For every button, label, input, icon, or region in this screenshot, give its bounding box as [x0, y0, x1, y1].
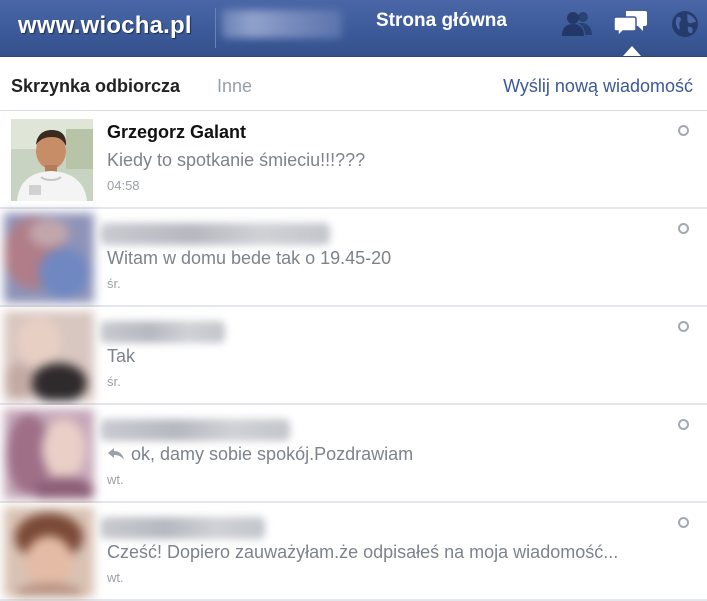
message-preview: ok, damy sobie spokój.Pozdrawiam — [107, 444, 677, 465]
message-time: wt. — [107, 472, 124, 487]
watermark-logo: www.wiocha.pl — [18, 12, 192, 39]
home-link[interactable]: Strona główna — [376, 10, 507, 32]
messages-icon[interactable] — [614, 8, 648, 40]
avatar[interactable] — [11, 119, 93, 201]
message-preview: Witam w domu bede tak o 19.45-20 — [107, 248, 392, 268]
mark-read-toggle[interactable] — [678, 223, 689, 234]
message-tabs: Skrzynka odbiorcza Inne Wyślij nową wiad… — [0, 57, 707, 111]
list-item[interactable]: Grzegorz Galant Kiedy to spotkanie śmiec… — [0, 111, 707, 209]
avatar[interactable] — [4, 213, 94, 303]
replied-icon — [108, 448, 124, 460]
send-new-message-link[interactable]: Wyślij nową wiadomość — [503, 76, 693, 97]
sender-name: Grzegorz Galant — [107, 122, 247, 142]
mark-read-toggle[interactable] — [678, 419, 689, 430]
list-item[interactable]: Cześć! Dopiero zauważyłam.że odpisałeś n… — [0, 503, 707, 601]
avatar[interactable] — [4, 507, 94, 597]
message-preview-text: ok, damy sobie spokój.Pozdrawiam — [131, 444, 414, 464]
message-preview: Cześć! Dopiero zauważyłam.że odpisałeś n… — [107, 542, 619, 562]
list-item[interactable]: ok, damy sobie spokój.Pozdrawiam wt. — [0, 405, 707, 503]
top-navigation-bar: www.wiocha.pl Strona główna — [0, 0, 707, 57]
mark-read-toggle[interactable] — [678, 125, 689, 136]
message-list: Grzegorz Galant Kiedy to spotkanie śmiec… — [0, 111, 707, 601]
mark-read-toggle[interactable] — [678, 517, 689, 528]
message-preview: Kiedy to spotkanie śmieciu!!!??? — [107, 150, 366, 170]
message-time: wt. — [107, 570, 124, 585]
active-tab-indicator — [623, 46, 641, 56]
message-time: 04:58 — [107, 178, 140, 193]
avatar[interactable] — [4, 409, 94, 499]
topbar-divider — [215, 8, 216, 48]
blurred-sender-name — [100, 517, 265, 539]
friends-icon[interactable] — [560, 8, 594, 40]
blurred-profile-link[interactable] — [222, 10, 342, 38]
message-time: śr. — [107, 276, 121, 291]
list-item[interactable]: Witam w domu bede tak o 19.45-20 śr. — [0, 209, 707, 307]
globe-icon[interactable] — [668, 8, 702, 40]
tab-inbox[interactable]: Skrzynka odbiorcza — [11, 76, 180, 97]
list-item[interactable]: Tak śr. — [0, 307, 707, 405]
message-time: śr. — [107, 374, 121, 389]
avatar[interactable] — [4, 311, 94, 401]
blurred-sender-name — [100, 321, 225, 343]
message-preview: Tak — [107, 346, 136, 366]
blurred-sender-name — [100, 419, 290, 441]
tab-other[interactable]: Inne — [217, 76, 252, 97]
mark-read-toggle[interactable] — [678, 321, 689, 332]
blurred-sender-name — [100, 223, 330, 245]
